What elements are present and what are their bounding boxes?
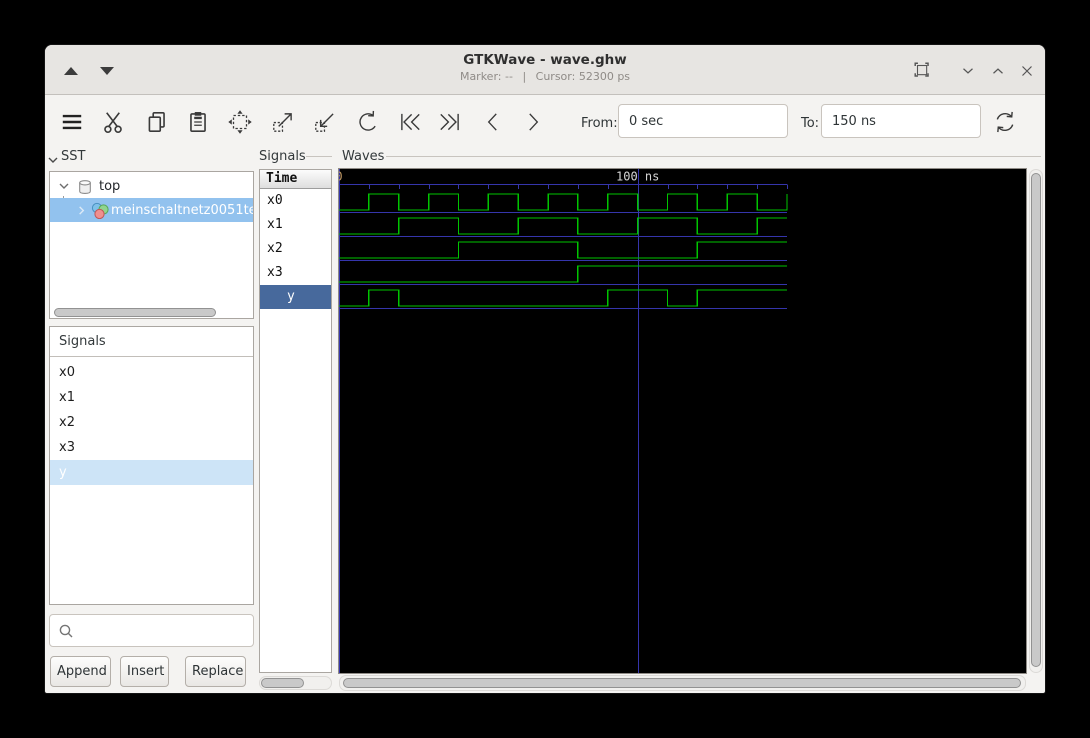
window-title: GTKWave - wave.ghw	[45, 52, 1045, 68]
titlebar[interactable]: GTKWave - wave.ghw Marker: -- | Cursor: …	[45, 45, 1045, 95]
facility-row-x2[interactable]: x2	[50, 410, 253, 435]
sst-tree: top meinschaltnetz0051testb	[49, 171, 254, 319]
zoom-out-icon	[312, 123, 338, 138]
svg-text:0: 0	[339, 170, 343, 184]
roll-down-icon	[959, 62, 977, 80]
facility-row-x1[interactable]: x1	[50, 385, 253, 410]
step-forward-icon	[520, 123, 546, 138]
roll-down-button[interactable]	[956, 59, 980, 83]
fit-window-icon	[912, 60, 934, 82]
signal-name-row-x3[interactable]: x3	[260, 261, 331, 285]
cut-icon	[100, 123, 126, 138]
window-subtitle: Marker: -- | Cursor: 52300 ps	[45, 70, 1045, 83]
gtkwave-window: GTKWave - wave.ghw Marker: -- | Cursor: …	[44, 44, 1046, 694]
skip-to-start-button[interactable]	[397, 109, 423, 135]
search-input[interactable]	[80, 615, 254, 646]
zoom-fit-button[interactable]	[227, 109, 253, 135]
facility-header: Signals	[50, 327, 253, 357]
insert-button[interactable]: Insert	[120, 656, 169, 687]
copy-icon	[144, 123, 170, 138]
marker-status: Marker: --	[460, 70, 513, 83]
tree-row-top[interactable]: top	[50, 174, 253, 198]
desktop-background: GTKWave - wave.ghw Marker: -- | Cursor: …	[0, 0, 1090, 738]
svg-text:100 ns: 100 ns	[616, 170, 659, 184]
reload-button[interactable]	[992, 109, 1018, 135]
close-icon	[1018, 62, 1036, 80]
sst-expander-icon[interactable]	[47, 151, 59, 170]
tree-hscrollbar-thumb[interactable]	[54, 308, 216, 317]
signal-name-row-x2[interactable]: x2	[260, 237, 331, 261]
signal-name-row-x0[interactable]: x0	[260, 189, 331, 213]
facility-list: Signals x0x1x2x3y	[49, 326, 254, 605]
facility-row-x0[interactable]: x0	[50, 360, 253, 385]
roll-up-button[interactable]	[986, 59, 1010, 83]
to-input[interactable]	[821, 104, 981, 138]
from-label: From:	[581, 116, 618, 131]
tree-node-label[interactable]: meinschaltnetz0051testb	[111, 203, 253, 218]
step-back-button[interactable]	[480, 109, 506, 135]
reload-icon	[992, 123, 1018, 138]
tree-row-module[interactable]: meinschaltnetz0051testb	[50, 198, 253, 222]
to-label: To:	[801, 116, 819, 131]
paste-button[interactable]	[185, 109, 211, 135]
names-hscrollbar-thumb[interactable]	[261, 678, 304, 688]
copy-button[interactable]	[144, 109, 170, 135]
time-column-header[interactable]: Time	[260, 170, 331, 189]
signal-names-panel: Time x0x1x2x3y	[259, 169, 332, 673]
replace-button[interactable]: Replace	[185, 656, 246, 687]
triangle-up-button[interactable]	[59, 59, 83, 83]
undo-icon	[354, 123, 380, 138]
search-icon	[58, 623, 74, 639]
skip-to-start-icon	[397, 123, 423, 138]
step-forward-button[interactable]	[520, 109, 546, 135]
zoom-in-button[interactable]	[270, 109, 296, 135]
signal-name-row-y[interactable]: y	[260, 285, 331, 309]
wave-hscrollbar-thumb[interactable]	[343, 678, 1021, 688]
wave-vscrollbar-thumb[interactable]	[1031, 173, 1041, 667]
triangle-up-icon	[64, 67, 78, 75]
cursor-status: Cursor: 52300 ps	[536, 70, 630, 83]
skip-to-end-icon	[437, 123, 463, 138]
tree-expander-icon[interactable]	[58, 180, 70, 192]
frame-border-line	[386, 156, 1041, 157]
subtitle-separator: |	[522, 70, 526, 83]
frame-border-line	[306, 156, 332, 157]
zoom-fit-icon	[227, 123, 253, 138]
module-spheres-icon	[91, 202, 109, 219]
tree-expander-icon[interactable]	[76, 205, 87, 216]
append-button[interactable]: Append	[50, 656, 111, 687]
signal-name-row-x1[interactable]: x1	[260, 213, 331, 237]
facility-row-x3[interactable]: x3	[50, 435, 253, 460]
skip-to-end-button[interactable]	[437, 109, 463, 135]
paste-icon	[185, 123, 211, 138]
triangle-down-icon	[100, 67, 114, 75]
zoom-in-icon	[270, 123, 296, 138]
from-input[interactable]	[618, 104, 788, 138]
search-box[interactable]	[49, 614, 254, 647]
zoom-out-button[interactable]	[312, 109, 338, 135]
step-back-icon	[480, 123, 506, 138]
wave-canvas[interactable]: 0 100 ns	[338, 168, 1027, 674]
facility-row-y[interactable]: y	[50, 460, 253, 485]
fit-window-button[interactable]	[911, 59, 935, 83]
sst-panel-label: SST	[61, 149, 85, 164]
triangle-down-button[interactable]	[95, 59, 119, 83]
names-panel-label: Signals	[259, 149, 306, 164]
menu-icon	[59, 123, 85, 138]
close-button[interactable]	[1015, 59, 1039, 83]
waves-panel-label: Waves	[342, 149, 384, 164]
tree-node-label[interactable]: top	[99, 179, 120, 194]
module-cylinder-icon	[77, 178, 93, 195]
menu-button[interactable]	[59, 109, 85, 135]
undo-button[interactable]	[354, 109, 380, 135]
cut-button[interactable]	[100, 109, 126, 135]
roll-up-icon	[989, 62, 1007, 80]
